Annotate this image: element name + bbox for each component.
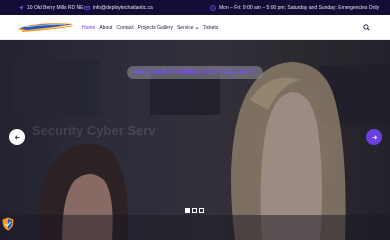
- nav-service[interactable]: Service: [177, 25, 199, 31]
- chevron-down-icon: [195, 26, 199, 30]
- address-info: 10 Old Berry Mills RD NE: [18, 0, 83, 15]
- nav-projects-gallery[interactable]: Projects Gallery: [138, 25, 173, 31]
- clock-icon: [210, 4, 216, 11]
- hours-info: Mon – Fri: 9:00 am – 5:00 pm; Saturday a…: [210, 0, 379, 15]
- location-arrow-icon: [18, 5, 24, 11]
- address-text: 10 Old Berry Mills RD NE: [27, 4, 84, 11]
- nav-contact[interactable]: Contact: [116, 25, 133, 31]
- mail-icon: [84, 5, 90, 11]
- hero-ghost-heading: Security Cyber Serv: [32, 123, 156, 138]
- hours-text: Mon – Fri: 9:00 am – 5:00 pm; Saturday a…: [219, 4, 380, 11]
- main-menu: Home About Contact Projects Gallery Serv…: [82, 15, 218, 40]
- search-icon[interactable]: [363, 24, 370, 31]
- email-info[interactable]: info@deploytechatlantic.ca: [84, 0, 153, 15]
- nav-service-label: Service: [176, 24, 194, 31]
- slide-dot-1[interactable]: [185, 208, 190, 213]
- email-link[interactable]: info@deploytechatlantic.ca: [93, 5, 153, 11]
- slider-next-button[interactable]: [366, 129, 382, 145]
- slider-prev-button[interactable]: [9, 129, 25, 145]
- nav-tickets[interactable]: Tickets: [203, 25, 219, 31]
- slider-pagination: [185, 208, 204, 213]
- shield-badge-icon[interactable]: [2, 217, 14, 231]
- arrow-right-icon: [371, 134, 377, 140]
- site-logo[interactable]: [16, 19, 78, 35]
- hero-slider: Security Cyber Serv WELCOME TO DEPLOYTEC…: [0, 40, 390, 240]
- nav-home[interactable]: Home: [82, 25, 95, 31]
- welcome-banner: WELCOME TO DEPLOYTECH ATLANTIC!: [127, 66, 263, 79]
- slide-dot-3[interactable]: [199, 208, 204, 213]
- arrow-left-icon: [14, 134, 20, 140]
- top-info-bar: 10 Old Berry Mills RD NE info@deploytech…: [0, 0, 390, 15]
- slide-dot-2[interactable]: [192, 208, 197, 213]
- nav-about[interactable]: About: [99, 25, 112, 31]
